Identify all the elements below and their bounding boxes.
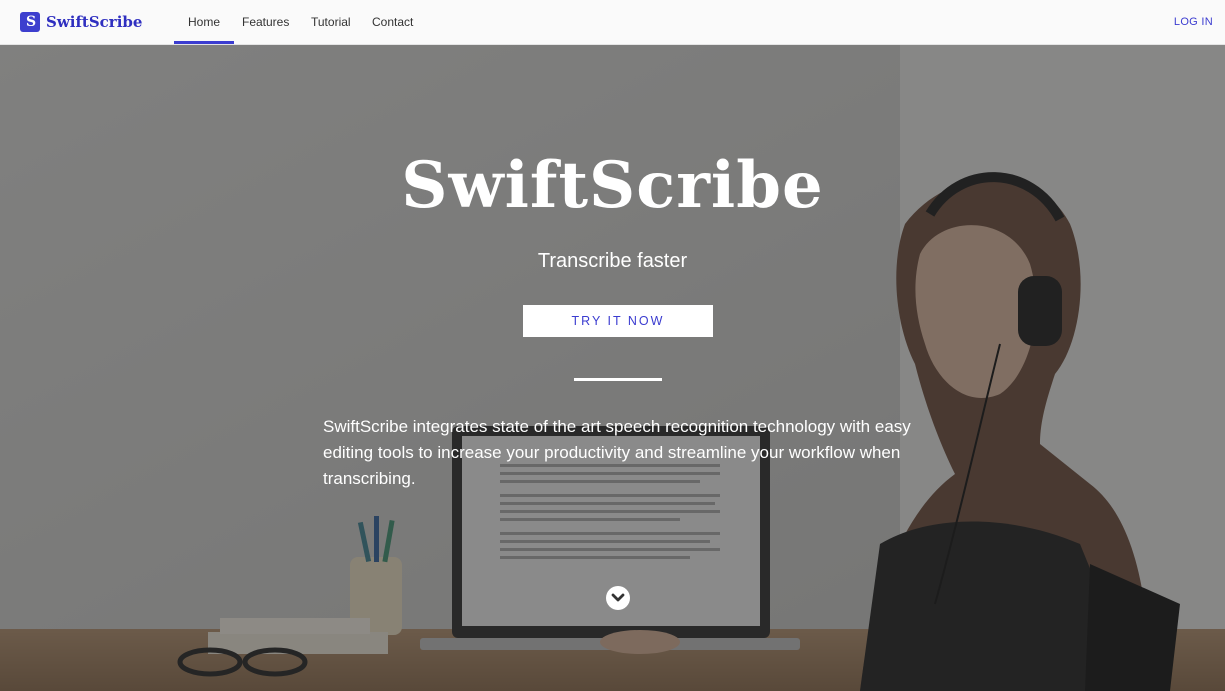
nav-home[interactable]: Home (173, 0, 235, 44)
brand-name: SwiftScribe (46, 13, 143, 31)
try-it-now-button[interactable]: TRY IT NOW (523, 305, 713, 337)
nav-tutorial[interactable]: Tutorial (311, 0, 351, 44)
chevron-down-circle-icon[interactable] (606, 586, 630, 610)
chevron-down-icon (611, 593, 625, 602)
nav-features[interactable]: Features (242, 0, 289, 44)
brand[interactable]: S SwiftScribe (20, 12, 142, 32)
hero-divider (574, 378, 662, 381)
hero-title: SwiftScribe (401, 148, 824, 223)
nav-contact[interactable]: Contact (372, 0, 413, 44)
swiftscribe-logo-icon: S (20, 12, 40, 32)
hero-description: SwiftScribe integrates state of the art … (323, 417, 911, 488)
hero-subtitle: Transcribe faster (537, 250, 688, 272)
login-link[interactable]: LOG IN (1174, 0, 1213, 44)
top-navbar: S SwiftScribe Home Features Tutorial Con… (0, 0, 1225, 44)
hero-section: SwiftScribe Transcribe faster TRY IT NOW… (0, 44, 1225, 691)
